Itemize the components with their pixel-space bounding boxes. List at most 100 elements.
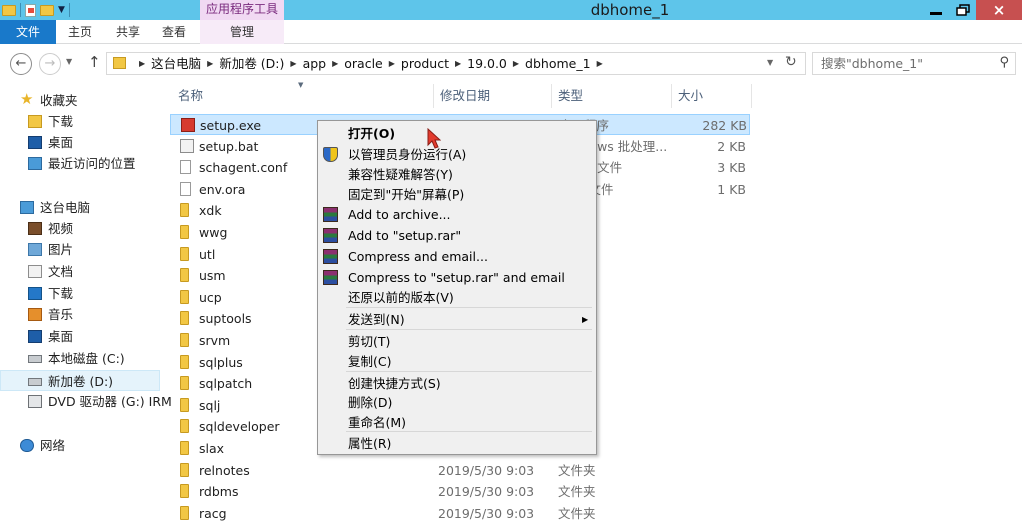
- breadcrumb-oracle[interactable]: oracle: [344, 53, 382, 74]
- breadcrumb-drive-d[interactable]: 新加卷 (D:): [219, 53, 284, 74]
- folder-icon: [180, 203, 189, 218]
- nav-favorites[interactable]: ★ 收藏夹: [0, 90, 160, 111]
- ribbon-tabs: 文件 主页 共享 查看 管理: [0, 20, 1022, 44]
- nav-item-downloads-pc[interactable]: 下载: [0, 283, 160, 304]
- nav-item-videos[interactable]: 视频: [0, 218, 160, 239]
- nav-label: 音乐: [48, 307, 74, 322]
- close-button[interactable]: ×: [976, 0, 1022, 20]
- nav-label: 图片: [48, 242, 74, 257]
- new-folder-icon[interactable]: [40, 4, 54, 16]
- breadcrumb-product[interactable]: product: [401, 53, 449, 74]
- context-menu-item[interactable]: 属性(R): [318, 433, 596, 454]
- file-date: 2019/5/30 9:03: [438, 462, 535, 478]
- chevron-right-icon[interactable]: ▶: [139, 53, 145, 74]
- back-button[interactable]: ←: [10, 53, 32, 75]
- folder-icon: [180, 311, 189, 326]
- chevron-right-icon[interactable]: ▶: [332, 53, 338, 74]
- customize-dropdown-icon[interactable]: ▼: [58, 5, 65, 15]
- chevron-right-icon[interactable]: ▶: [207, 53, 213, 74]
- column-header-date[interactable]: 修改日期: [434, 84, 552, 108]
- up-arrow-icon[interactable]: ↑: [88, 53, 101, 71]
- chevron-right-icon[interactable]: ▶: [455, 53, 461, 74]
- breadcrumb-version[interactable]: 19.0.0: [467, 53, 507, 74]
- nav-item-music[interactable]: 音乐: [0, 304, 160, 325]
- search-icon[interactable]: ⚲: [999, 55, 1009, 70]
- chevron-right-icon[interactable]: ▶: [513, 53, 519, 74]
- nav-item-desktop[interactable]: 桌面: [0, 132, 160, 153]
- refresh-icon[interactable]: ↻: [785, 54, 797, 70]
- minimize-button[interactable]: [922, 0, 949, 20]
- address-bar[interactable]: ▶ 这台电脑 ▶ 新加卷 (D:) ▶ app ▶ oracle ▶ produ…: [106, 52, 806, 75]
- column-header-type[interactable]: 类型: [552, 84, 672, 108]
- context-menu-item[interactable]: 打开(O): [318, 123, 596, 144]
- breadcrumb-app[interactable]: app: [303, 53, 327, 74]
- column-header-name[interactable]: 名称: [172, 84, 434, 108]
- context-menu-item[interactable]: 兼容性疑难解答(Y): [318, 164, 596, 185]
- nav-label: DVD 驱动器 (G:) IRM: [48, 394, 172, 409]
- context-menu-item[interactable]: 重命名(M): [318, 412, 596, 433]
- context-menu-item[interactable]: Compress and email...: [318, 246, 596, 267]
- nav-this-pc[interactable]: 这台电脑: [0, 197, 160, 218]
- context-menu-item[interactable]: Add to archive...: [318, 204, 596, 225]
- context-menu-item[interactable]: 删除(D): [318, 392, 596, 413]
- restore-button[interactable]: [949, 0, 976, 20]
- context-menu-item[interactable]: 以管理员身份运行(A): [318, 144, 596, 165]
- tab-share[interactable]: 共享: [108, 20, 148, 44]
- context-menu-item[interactable]: 剪切(T): [318, 331, 596, 352]
- file-name: suptools: [199, 311, 252, 327]
- file-date: 2019/5/30 9:03: [438, 484, 535, 500]
- properties-icon[interactable]: [25, 3, 36, 17]
- nav-network[interactable]: 网络: [0, 435, 160, 456]
- nav-item-desktop-pc[interactable]: 桌面: [0, 326, 160, 347]
- nav-item-recent[interactable]: 最近访问的位置: [0, 153, 160, 174]
- winrar-icon: [323, 249, 338, 264]
- file-name: setup.exe: [200, 118, 262, 133]
- folder-icon: [113, 57, 126, 69]
- winrar-icon: [323, 228, 338, 243]
- recent-locations-dropdown-icon[interactable]: ▼: [66, 57, 72, 66]
- nav-item-downloads[interactable]: 下载: [0, 111, 160, 132]
- nav-item-pictures[interactable]: 图片: [0, 239, 160, 260]
- file-name: sqldeveloper: [199, 419, 280, 435]
- uac-shield-icon: [323, 147, 338, 162]
- nav-item-drive-c[interactable]: 本地磁盘 (C:): [0, 348, 160, 369]
- context-menu-item[interactable]: 还原以前的版本(V): [318, 287, 596, 308]
- file-row[interactable]: relnotes 2019/5/30 9:03 文件夹: [170, 460, 750, 481]
- tab-view[interactable]: 查看: [154, 20, 194, 44]
- context-menu-item[interactable]: Compress to "setup.rar" and email: [318, 267, 596, 288]
- context-menu-item[interactable]: 固定到"开始"屏幕(P): [318, 184, 596, 205]
- nav-item-documents[interactable]: 文档: [0, 261, 160, 282]
- tab-file[interactable]: 文件: [0, 20, 56, 44]
- context-menu-item[interactable]: 创建快捷方式(S): [318, 373, 596, 394]
- context-menu-item[interactable]: 复制(C): [318, 351, 596, 372]
- recent-places-icon: [28, 157, 42, 170]
- dvd-drive-icon: [28, 395, 42, 408]
- nav-label: 网络: [40, 438, 66, 453]
- file-row[interactable]: racg 2019/5/30 9:03 文件夹: [170, 503, 750, 524]
- chevron-right-icon[interactable]: ▶: [597, 53, 603, 74]
- nav-item-dvd-drive[interactable]: DVD 驱动器 (G:) IRM: [0, 391, 172, 412]
- music-icon: [28, 308, 42, 321]
- context-menu-item[interactable]: 发送到(N) ▶: [318, 309, 596, 330]
- nav-label: 文档: [48, 264, 74, 279]
- nav-label: 新加卷 (D:): [48, 374, 114, 389]
- nav-item-drive-d[interactable]: 新加卷 (D:): [0, 370, 160, 391]
- address-dropdown-icon[interactable]: ▼: [767, 58, 773, 67]
- file-type: 文件夹: [558, 505, 596, 521]
- file-row[interactable]: rdbms 2019/5/30 9:03 文件夹: [170, 481, 750, 502]
- forward-button[interactable]: →: [39, 53, 61, 75]
- column-header-size[interactable]: 大小: [672, 84, 752, 108]
- tab-manage[interactable]: 管理: [200, 20, 284, 44]
- menu-item-label: 发送到(N): [348, 312, 405, 327]
- tab-home[interactable]: 主页: [60, 20, 100, 44]
- folder-icon[interactable]: [2, 4, 16, 16]
- context-menu-item[interactable]: Add to "setup.rar": [318, 225, 596, 246]
- breadcrumb-this-pc[interactable]: 这台电脑: [151, 53, 201, 74]
- menu-item-label: Compress to "setup.rar" and email: [348, 270, 565, 285]
- search-input[interactable]: 搜索"dbhome_1" ⚲: [812, 52, 1016, 75]
- chevron-right-icon[interactable]: ▶: [389, 53, 395, 74]
- downloads-folder-icon: [28, 115, 42, 128]
- application-icon: [181, 118, 195, 132]
- breadcrumb-dbhome[interactable]: dbhome_1: [525, 53, 591, 74]
- chevron-right-icon[interactable]: ▶: [290, 53, 296, 74]
